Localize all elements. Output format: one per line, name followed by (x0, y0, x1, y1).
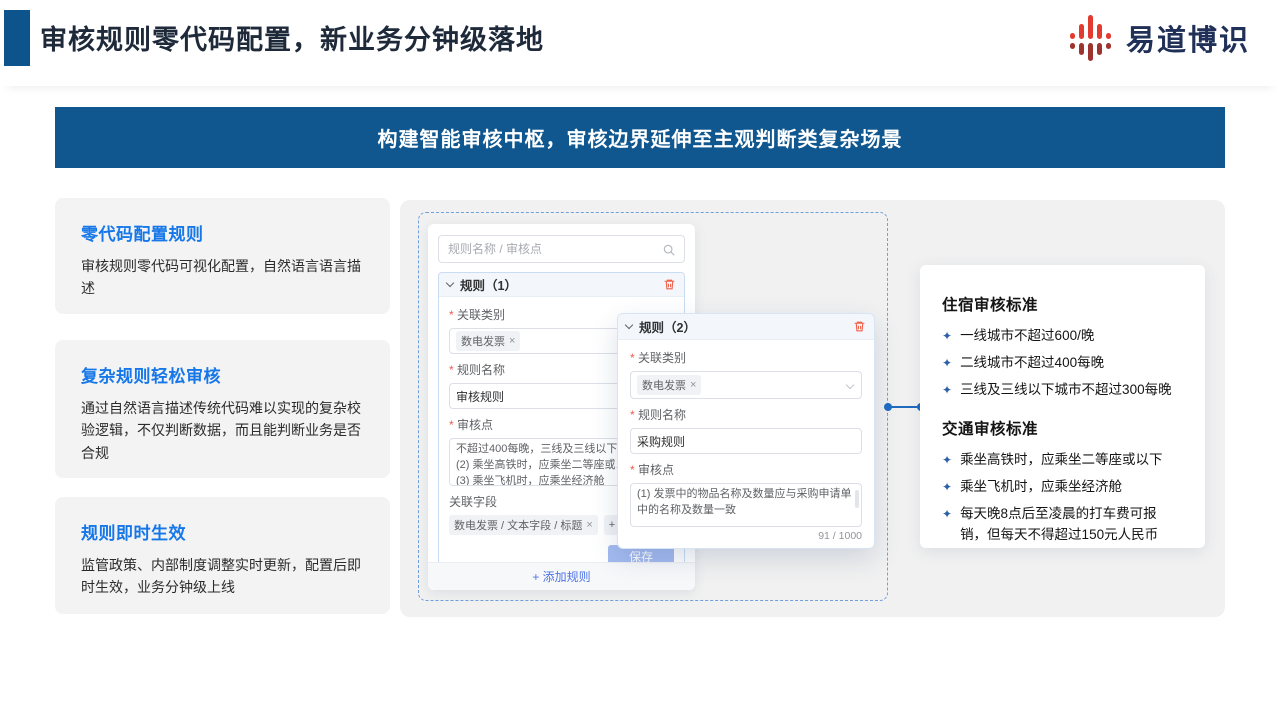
delete-rule-icon[interactable] (663, 278, 676, 291)
rule-name-label: 规则名称 (630, 406, 862, 423)
star-bullet-icon (942, 450, 952, 471)
char-counter: 91 / 1000 (630, 530, 862, 542)
feature-desc: 监管政策、内部制度调整实时更新，配置后即时生效，业务分钟级上线 (81, 554, 364, 599)
rule-2-panel: 规则（2） 关联类别 数电发票 × 规则名称 审核点 (1) 发票中的物品名称及… (617, 313, 875, 549)
tag-close-icon[interactable]: × (509, 335, 515, 347)
brand-logo: 易道博识 (1066, 12, 1250, 64)
star-bullet-icon (942, 380, 952, 401)
page-title: 审核规则零代码配置，新业务分钟级落地 (40, 18, 544, 57)
audit-points-textarea[interactable]: (1) 发票中的物品名称及数量应与采购申请单中的名称及数量一致 (630, 483, 862, 527)
list-item: 乘坐飞机时，应乘坐经济舱 (942, 477, 1183, 498)
star-bullet-icon (942, 477, 952, 498)
chevron-down-icon[interactable] (846, 381, 854, 389)
search-input[interactable] (439, 236, 684, 262)
feature-title: 复杂规则轻松审核 (81, 362, 364, 387)
connector-dot (884, 403, 892, 411)
feature-card-complex-rules: 复杂规则轻松审核 通过自然语言描述传统代码难以实现的复杂校验逻辑，不仅判断数据，… (55, 340, 390, 478)
list-item: 三线及三线以下城市不超过300每晚 (942, 380, 1183, 401)
list-item: 每天晚8点后至凌晨的打车费可报销，但每天不得超过150元人民币 (942, 504, 1183, 546)
add-rule-label[interactable]: + 添加规则 (532, 568, 590, 585)
rule-2-title: 规则（2） (639, 317, 846, 336)
rule-name-input[interactable] (637, 434, 855, 448)
add-rule-bar[interactable]: + 添加规则 (428, 562, 695, 590)
rule-name-field (630, 428, 862, 454)
list-item: 乘坐高铁时，应乘坐二等座或以下 (942, 450, 1183, 471)
transport-standards-title: 交通审核标准 (942, 417, 1183, 439)
star-bullet-icon (942, 326, 952, 347)
scrollbar-thumb[interactable] (855, 490, 859, 508)
feature-card-zero-code: 零代码配置规则 审核规则零代码可视化配置，自然语言语言描述 (55, 198, 390, 314)
feature-desc: 审核规则零代码可视化配置，自然语言语言描述 (81, 255, 364, 300)
lodging-standards-title: 住宿审核标准 (942, 293, 1183, 315)
star-bullet-icon (942, 504, 952, 546)
feature-title: 规则即时生效 (81, 519, 364, 544)
main-panel: 规则（1） 关联类别 数电发票 × 规则名称 审核点 不超过400每晚，三线及 (400, 200, 1225, 617)
feature-title: 零代码配置规则 (81, 220, 364, 245)
field-tag: 数电发票 / 文本字段 / 标题 × (449, 515, 598, 535)
search-icon (662, 243, 676, 257)
chevron-down-icon[interactable] (446, 279, 454, 287)
category-tag: 数电发票 × (637, 375, 701, 395)
category-tag: 数电发票 × (456, 331, 520, 351)
rule-1-title: 规则（1） (460, 275, 656, 294)
tag-close-icon[interactable]: × (690, 379, 696, 391)
banner-text: 构建智能审核中枢，审核边界延伸至主观判断类复杂场景 (378, 123, 903, 152)
feature-card-instant-effect: 规则即时生效 监管政策、内部制度调整实时更新，配置后即时生效，业务分钟级上线 (55, 497, 390, 614)
section-banner: 构建智能审核中枢，审核边界延伸至主观判断类复杂场景 (55, 107, 1225, 168)
delete-rule-icon[interactable] (853, 320, 866, 333)
rule-1-header[interactable]: 规则（1） (439, 273, 684, 297)
chevron-down-icon[interactable] (625, 321, 633, 329)
audit-points-label: 审核点 (630, 461, 862, 478)
tag-close-icon[interactable]: × (586, 519, 592, 531)
brand-name: 易道博识 (1126, 17, 1250, 59)
slide-header: 审核规则零代码配置，新业务分钟级落地 易道博识 (0, 0, 1280, 86)
list-item: 一线城市不超过600/晚 (942, 326, 1183, 347)
rule-2-header[interactable]: 规则（2） (618, 314, 874, 340)
soundwave-logo-icon (1066, 12, 1116, 64)
list-item: 二线城市不超过400每晚 (942, 353, 1183, 374)
star-bullet-icon (942, 353, 952, 374)
category-select[interactable]: 数电发票 × (630, 371, 862, 399)
feature-desc: 通过自然语言描述传统代码难以实现的复杂校验逻辑，不仅判断数据，而且能判断业务是否… (81, 397, 364, 464)
category-label: 关联类别 (630, 349, 862, 366)
audit-standards-card: 住宿审核标准 一线城市不超过600/晚 二线城市不超过400每晚 三线及三线以下… (920, 265, 1205, 548)
title-accent-bar (4, 10, 30, 66)
rule-search-box (438, 235, 685, 263)
